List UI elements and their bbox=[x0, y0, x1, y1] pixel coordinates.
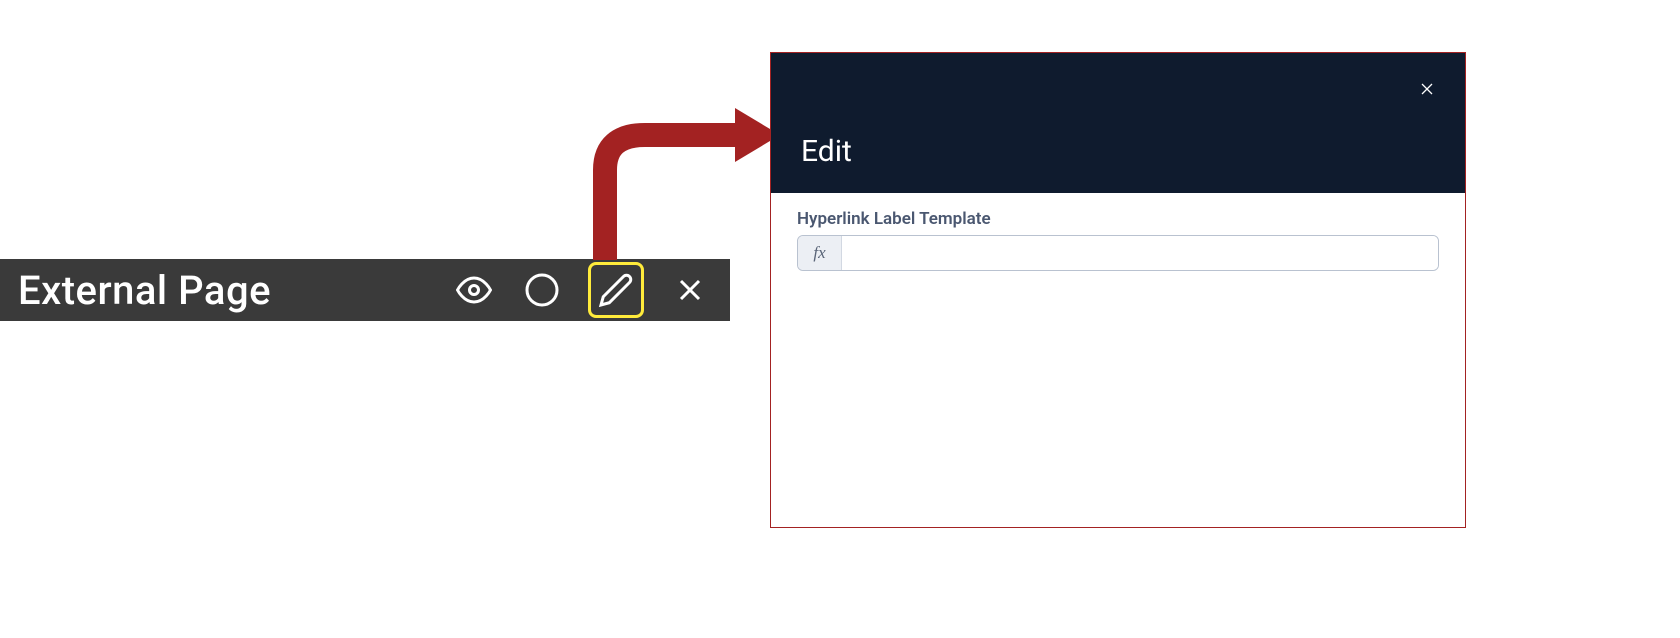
toolbar-title: External Page bbox=[18, 267, 452, 314]
edit-panel-title: Edit bbox=[801, 134, 852, 169]
close-button[interactable] bbox=[1413, 75, 1441, 103]
hyperlink-label-input[interactable] bbox=[842, 236, 1438, 270]
edit-panel: Edit Hyperlink Label Template fx bbox=[770, 52, 1466, 528]
edit-panel-body: Hyperlink Label Template fx bbox=[771, 193, 1465, 287]
eye-icon[interactable] bbox=[452, 268, 496, 312]
edit-panel-header: Edit bbox=[771, 53, 1465, 193]
toolbar-actions bbox=[452, 262, 712, 318]
pencil-icon[interactable] bbox=[588, 262, 644, 318]
field-label: Hyperlink Label Template bbox=[797, 209, 1439, 229]
hyperlink-label-input-wrap: fx bbox=[797, 235, 1439, 271]
arrow-annotation bbox=[575, 90, 785, 270]
close-icon[interactable] bbox=[668, 268, 712, 312]
fx-icon[interactable]: fx bbox=[798, 236, 842, 270]
circle-icon[interactable] bbox=[520, 268, 564, 312]
